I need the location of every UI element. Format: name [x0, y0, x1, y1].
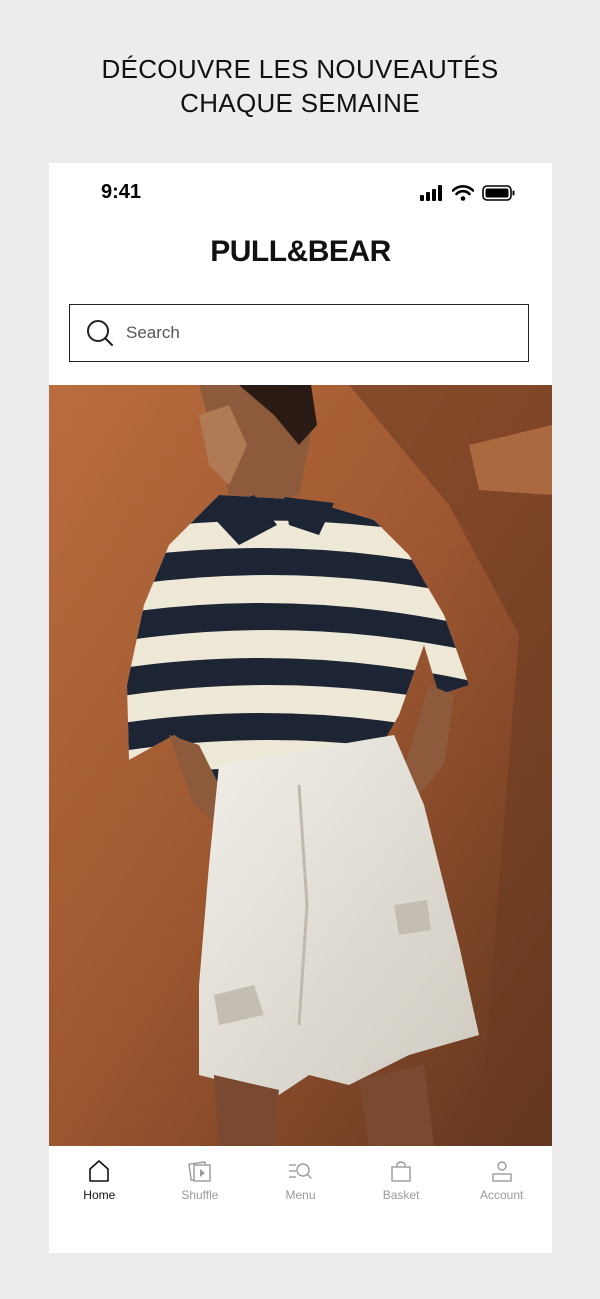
tab-home-label: Home [83, 1188, 116, 1202]
hero-illustration [49, 385, 552, 1146]
tab-shuffle-label: Shuffle [181, 1188, 219, 1202]
tab-basket-label: Basket [382, 1188, 420, 1202]
wifi-icon [452, 185, 474, 201]
search-input[interactable] [124, 322, 508, 344]
status-bar: 9:41 [49, 163, 552, 223]
basket-icon [391, 1161, 411, 1182]
tab-account[interactable]: Account [451, 1146, 552, 1253]
status-icons [420, 183, 516, 203]
menu-search-icon [289, 1163, 313, 1179]
phone-screen: 9:41 PULL&BEAR Search Home Shuffle Menu … [49, 163, 552, 1253]
bottom-tab-bar: Home Shuffle Menu Basket Account [49, 1146, 552, 1253]
tab-basket[interactable]: Basket [351, 1146, 452, 1253]
tab-home[interactable]: Home [49, 1146, 150, 1253]
brand-logo[interactable]: PULL&BEAR [49, 235, 552, 269]
account-icon [491, 1161, 512, 1182]
hero-image[interactable] [49, 385, 552, 1146]
promo-headline: DÉCOUVRE LES NOUVEAUTÉS CHAQUE SEMAINE [0, 52, 600, 120]
battery-icon [482, 185, 515, 201]
tab-menu[interactable]: Menu [250, 1146, 351, 1253]
signal-icon [420, 185, 442, 201]
promo-line-1: DÉCOUVRE LES NOUVEAUTÉS [101, 54, 499, 84]
search-icon [87, 320, 113, 346]
shuffle-icon [188, 1161, 211, 1182]
tab-menu-label: Menu [285, 1188, 316, 1202]
tab-shuffle[interactable]: Shuffle [150, 1146, 251, 1253]
status-time: 9:41 [101, 181, 142, 203]
home-icon [89, 1160, 110, 1182]
search-bar[interactable] [69, 304, 529, 362]
promo-line-2: CHAQUE SEMAINE [180, 88, 420, 118]
tab-account-label: Account [479, 1188, 524, 1202]
